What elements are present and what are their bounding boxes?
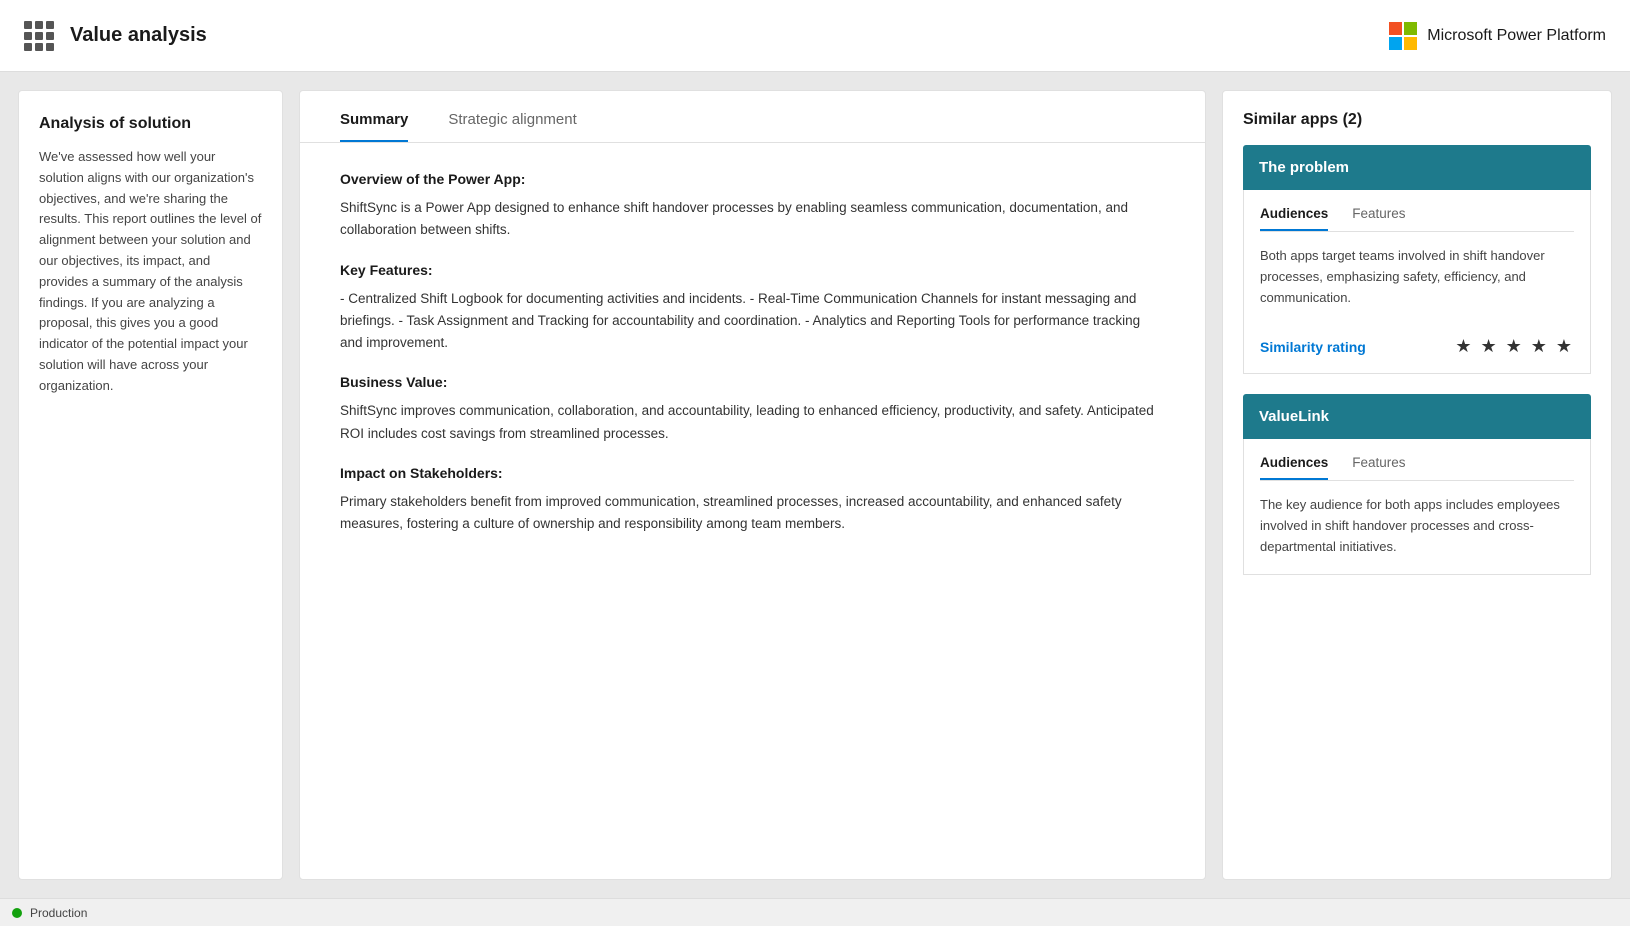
tab-strategic-alignment[interactable]: Strategic alignment — [448, 111, 576, 142]
app-card-2-body: Audiences Features The key audience for … — [1243, 439, 1591, 574]
app-card-2: ValueLink Audiences Features The key aud… — [1243, 394, 1591, 574]
app-card-1: The problem Audiences Features Both apps… — [1243, 145, 1591, 374]
similarity-label-1: Similarity rating — [1260, 339, 1366, 355]
app-card-1-tabs: Audiences Features — [1260, 206, 1574, 232]
section-features-text: - Centralized Shift Logbook for document… — [340, 288, 1165, 355]
main-content: Analysis of solution We've assessed how … — [0, 72, 1630, 898]
section-features: Key Features: - Centralized Shift Logboo… — [340, 262, 1165, 355]
section-business-value-heading: Business Value: — [340, 374, 1165, 390]
header-left: Value analysis — [24, 21, 207, 51]
similarity-row-1: Similarity rating ★ ★ ★ ★ ★ — [1260, 326, 1574, 357]
section-business-value: Business Value: ShiftSync improves commu… — [340, 374, 1165, 445]
left-panel-text: We've assessed how well your solution al… — [39, 147, 262, 397]
middle-body: Overview of the Power App: ShiftSync is … — [300, 143, 1205, 583]
app-card-2-tab-audiences[interactable]: Audiences — [1260, 455, 1328, 480]
header: Value analysis Microsoft Power Platform — [0, 0, 1630, 72]
similar-apps-title: Similar apps (2) — [1243, 111, 1591, 129]
left-panel: Analysis of solution We've assessed how … — [18, 90, 283, 880]
app-card-1-audiences-text: Both apps target teams involved in shift… — [1260, 246, 1574, 308]
status-bar: Production — [0, 898, 1630, 926]
app-card-1-header: The problem — [1243, 145, 1591, 190]
app-card-1-tab-features[interactable]: Features — [1352, 206, 1405, 231]
app-card-2-tab-features[interactable]: Features — [1352, 455, 1405, 480]
left-panel-title: Analysis of solution — [39, 115, 262, 133]
section-stakeholders: Impact on Stakeholders: Primary stakehol… — [340, 465, 1165, 536]
section-overview: Overview of the Power App: ShiftSync is … — [340, 171, 1165, 242]
status-text: Production — [30, 906, 87, 920]
waffle-icon[interactable] — [24, 21, 54, 51]
middle-panel: Summary Strategic alignment Overview of … — [299, 90, 1206, 880]
app-title: Value analysis — [70, 24, 207, 47]
app-card-2-tabs: Audiences Features — [1260, 455, 1574, 481]
similarity-stars-1: ★ ★ ★ ★ ★ — [1455, 336, 1574, 357]
app-card-1-tab-audiences[interactable]: Audiences — [1260, 206, 1328, 231]
section-business-value-text: ShiftSync improves communication, collab… — [340, 400, 1165, 445]
app-card-2-header: ValueLink — [1243, 394, 1591, 439]
ms-logo-squares — [1389, 22, 1417, 50]
right-panel: Similar apps (2) The problem Audiences F… — [1222, 90, 1612, 880]
ms-logo-text: Microsoft Power Platform — [1427, 27, 1606, 45]
section-overview-text: ShiftSync is a Power App designed to enh… — [340, 197, 1165, 242]
app-card-2-audiences-text: The key audience for both apps includes … — [1260, 495, 1574, 557]
tab-summary[interactable]: Summary — [340, 111, 408, 142]
app-card-1-body: Audiences Features Both apps target team… — [1243, 190, 1591, 374]
section-stakeholders-heading: Impact on Stakeholders: — [340, 465, 1165, 481]
status-dot — [12, 908, 22, 918]
section-overview-heading: Overview of the Power App: — [340, 171, 1165, 187]
section-features-heading: Key Features: — [340, 262, 1165, 278]
tabs-row: Summary Strategic alignment — [300, 91, 1205, 143]
section-stakeholders-text: Primary stakeholders benefit from improv… — [340, 491, 1165, 536]
ms-logo: Microsoft Power Platform — [1389, 22, 1606, 50]
